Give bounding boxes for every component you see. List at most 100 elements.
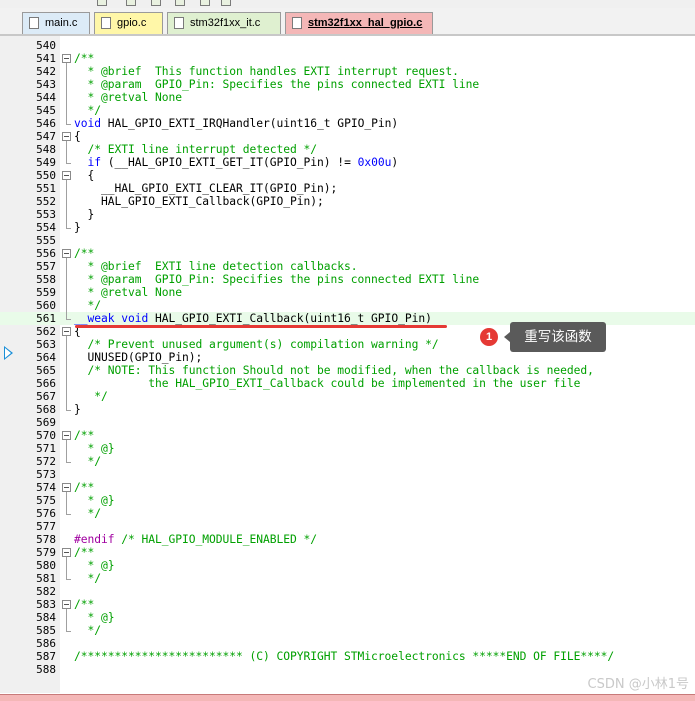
line-number: 560 <box>36 299 56 312</box>
code-token: * @} <box>74 442 115 455</box>
fold-guide-end <box>66 319 71 320</box>
fold-collapse-icon[interactable] <box>62 249 71 258</box>
code-line[interactable]: 565 /* NOTE: This function Should not be… <box>0 364 695 377</box>
code-line[interactable]: 540 <box>0 39 695 52</box>
line-number: 584 <box>36 611 56 624</box>
line-number: 544 <box>36 91 56 104</box>
code-line[interactable]: 577 <box>0 520 695 533</box>
line-number: 541 <box>36 52 56 65</box>
line-number: 547 <box>36 130 56 143</box>
code-line[interactable]: 555 <box>0 234 695 247</box>
code-line[interactable]: 582 <box>0 585 695 598</box>
code-token: * @} <box>74 559 115 572</box>
line-number: 567 <box>36 390 56 403</box>
code-token: /* EXTI line interrupt detected */ <box>74 143 318 156</box>
code-text: /** <box>74 429 94 442</box>
toolbar-build-icon[interactable] <box>151 0 161 6</box>
code-line[interactable]: 580 * @} <box>0 559 695 572</box>
code-line[interactable]: 549 if (__HAL_GPIO_EXTI_GET_IT(GPIO_Pin)… <box>0 156 695 169</box>
code-line[interactable]: 554} <box>0 221 695 234</box>
code-token: if <box>74 156 102 169</box>
code-line[interactable]: 573 <box>0 468 695 481</box>
fold-guide-end <box>66 410 71 411</box>
code-token: /* NOTE: This function Should not be mod… <box>74 364 594 377</box>
code-line[interactable]: 564 UNUSED(GPIO_Pin); <box>0 351 695 364</box>
code-token: * @} <box>74 611 115 624</box>
code-line[interactable]: 553 } <box>0 208 695 221</box>
fold-guide-end <box>66 514 71 515</box>
code-token: /* HAL_GPIO_MODULE_ENABLED */ <box>114 533 318 546</box>
code-line[interactable]: 570 /** <box>0 429 695 442</box>
code-line[interactable]: 566 the HAL_GPIO_EXTI_Callback could be … <box>0 377 695 390</box>
fold-collapse-icon[interactable] <box>62 483 71 492</box>
code-line[interactable]: 585 */ <box>0 624 695 637</box>
code-token: the HAL_GPIO_EXTI_Callback could be impl… <box>74 377 581 390</box>
code-line[interactable]: 587 /************************ (C) COPYRIG… <box>0 650 695 663</box>
code-line[interactable]: 543 * @param GPIO_Pin: Specifies the pin… <box>0 78 695 91</box>
toolbar-download-icon[interactable] <box>175 0 185 6</box>
fold-collapse-icon[interactable] <box>62 132 71 141</box>
tab-main-c[interactable]: main.c <box>22 12 90 34</box>
code-line[interactable]: 544 * @retval None <box>0 91 695 104</box>
code-line[interactable]: 578 #endif /* HAL_GPIO_MODULE_ENABLED */ <box>0 533 695 546</box>
code-line[interactable]: 581 */ <box>0 572 695 585</box>
line-number: 574 <box>36 481 56 494</box>
line-number: 573 <box>36 468 56 481</box>
toolbar-tool-icon[interactable] <box>221 0 231 6</box>
code-line[interactable]: 574 /** <box>0 481 695 494</box>
code-line[interactable]: 541 /** <box>0 52 695 65</box>
code-line[interactable]: 556 /** <box>0 247 695 260</box>
code-line[interactable]: 575 * @} <box>0 494 695 507</box>
fold-guide <box>66 440 67 462</box>
line-number: 578 <box>36 533 56 546</box>
code-line[interactable]: 548 /* EXTI line interrupt detected */ <box>0 143 695 156</box>
code-line[interactable]: 557 * @brief EXTI line detection callbac… <box>0 260 695 273</box>
line-number: 561 <box>36 312 56 325</box>
code-line[interactable]: 552 HAL_GPIO_EXTI_Callback(GPIO_Pin); <box>0 195 695 208</box>
code-line[interactable]: 546 void HAL_GPIO_EXTI_IRQHandler(uint16_… <box>0 117 695 130</box>
code-text: * @param GPIO_Pin: Specifies the pins co… <box>74 273 480 286</box>
line-number: 543 <box>36 78 56 91</box>
code-line[interactable]: 569 <box>0 416 695 429</box>
fold-collapse-icon[interactable] <box>62 431 71 440</box>
code-line[interactable]: 567 */ <box>0 390 695 403</box>
code-line[interactable]: 559 * @retval None <box>0 286 695 299</box>
code-token: 0x00u <box>357 156 392 169</box>
fold-collapse-icon[interactable] <box>62 600 71 609</box>
code-token: __HAL_GPIO_EXTI_CLEAR_IT(GPIO_Pin); <box>74 182 338 195</box>
code-line[interactable]: 560 */ <box>0 299 695 312</box>
code-token: UNUSED(GPIO_Pin); <box>74 351 203 364</box>
code-line[interactable]: 558 * @param GPIO_Pin: Specifies the pin… <box>0 273 695 286</box>
toolbar-dropdown-icon[interactable] <box>97 0 107 6</box>
fold-collapse-icon[interactable] <box>62 54 71 63</box>
code-line[interactable]: 572 */ <box>0 455 695 468</box>
code-line[interactable]: 576 */ <box>0 507 695 520</box>
code-line[interactable]: 545 */ <box>0 104 695 117</box>
fold-collapse-icon[interactable] <box>62 548 71 557</box>
tab-stm32f1xx-it-c[interactable]: stm32f1xx_it.c <box>167 12 281 34</box>
code-line[interactable]: 586 <box>0 637 695 650</box>
code-text: } <box>74 208 95 221</box>
tab-stm32f1xx-hal-gpio-c[interactable]: stm32f1xx_hal_gpio.c <box>285 12 433 34</box>
toolbar-window-icon[interactable] <box>126 0 136 6</box>
line-number: 569 <box>36 416 56 429</box>
code-line[interactable]: 584 * @} <box>0 611 695 624</box>
code-editor[interactable]: 540 541/** 542 * @brief This function hand… <box>0 36 695 693</box>
tab-label: stm32f1xx_it.c <box>190 17 261 29</box>
tab-gpio-c[interactable]: gpio.c <box>94 12 163 34</box>
code-line[interactable]: 583 /** <box>0 598 695 611</box>
code-line[interactable]: 550 { <box>0 169 695 182</box>
code-line[interactable]: 542 * @brief This function handles EXTI … <box>0 65 695 78</box>
code-line[interactable]: 571 * @} <box>0 442 695 455</box>
fold-guide-end <box>66 631 71 632</box>
code-text: * @} <box>74 494 115 507</box>
code-line[interactable]: 551 __HAL_GPIO_EXTI_CLEAR_IT(GPIO_Pin); <box>0 182 695 195</box>
code-line[interactable]: 568} <box>0 403 695 416</box>
code-line[interactable]: 579 /** <box>0 546 695 559</box>
fold-collapse-icon[interactable] <box>62 171 71 180</box>
toolbar-debug-icon[interactable] <box>200 0 210 6</box>
code-text: */ <box>74 104 102 117</box>
code-token: * @} <box>74 494 115 507</box>
code-line[interactable]: 547 { <box>0 130 695 143</box>
fold-collapse-icon[interactable] <box>62 327 71 336</box>
